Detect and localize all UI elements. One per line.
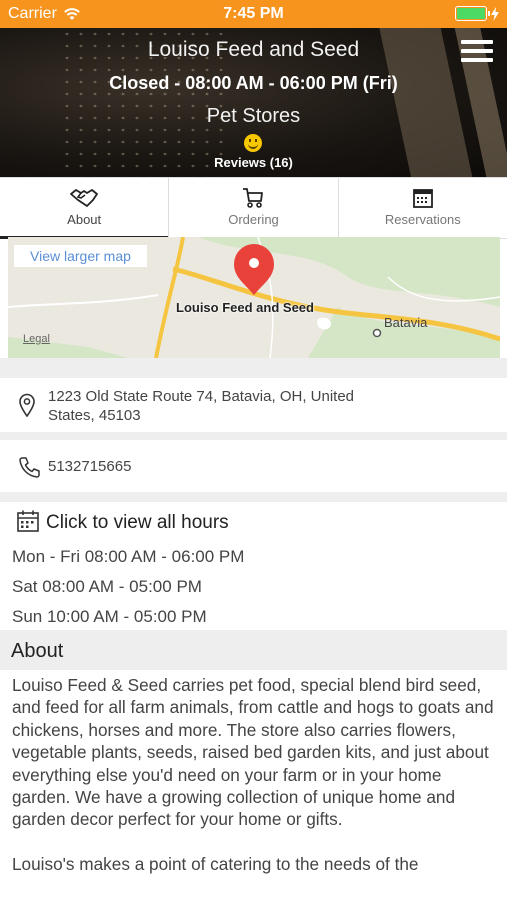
about-paragraph: Louiso's makes a point of catering to th… xyxy=(12,853,419,874)
tab-reservations-label: Reservations xyxy=(384,212,461,227)
about-heading: About xyxy=(11,640,64,662)
location-pin-icon xyxy=(19,393,35,417)
tab-ordering[interactable]: Ordering xyxy=(169,178,339,238)
hours-title: Click to view all hours xyxy=(46,512,229,533)
hours-line: Mon - Fri 08:00 AM - 06:00 PM xyxy=(12,547,245,566)
view-all-hours-button[interactable]: Click to view all hours xyxy=(0,502,507,542)
tab-ordering-label: Ordering xyxy=(228,212,279,227)
tab-bar: About Ordering Reservations xyxy=(0,177,507,239)
address-text: 1223 Old State Route 74, Batavia, OH, Un… xyxy=(48,388,355,424)
tab-reservations[interactable]: Reservations xyxy=(339,178,507,238)
divider xyxy=(0,492,507,502)
smiley-icon xyxy=(244,134,262,152)
tab-about[interactable]: About xyxy=(0,178,170,239)
address-row[interactable]: 1223 Old State Route 74, Batavia, OH, Un… xyxy=(0,378,507,432)
about-description: Louiso Feed & Seed carries pet food, spe… xyxy=(12,674,496,897)
business-name: Louiso Feed and Seed xyxy=(147,38,360,61)
hours-line: Sun 10:00 AM - 05:00 PM xyxy=(12,607,207,626)
battery-icon xyxy=(455,6,490,21)
about-paragraph: Louiso Feed & Seed carries pet food, spe… xyxy=(12,675,494,830)
phone-icon xyxy=(19,457,40,478)
handshake-icon xyxy=(70,189,99,207)
about-section-header: About xyxy=(0,630,507,670)
divider xyxy=(0,432,507,440)
business-category: Pet Stores xyxy=(206,105,301,127)
calendar-icon xyxy=(412,189,433,208)
phone-number: 5132715665 xyxy=(48,458,132,475)
hamburger-menu-icon[interactable] xyxy=(461,40,493,64)
cart-icon xyxy=(243,188,264,208)
tab-about-label: About xyxy=(67,212,102,227)
phone-row[interactable]: 5132715665 xyxy=(0,440,507,492)
map-town-label: Batavia xyxy=(384,315,428,330)
view-larger-map-link[interactable]: View larger map xyxy=(14,245,147,267)
charging-bolt-icon xyxy=(491,6,499,21)
clock: 7:45 PM xyxy=(223,5,284,22)
reviews-link[interactable]: Reviews (16) xyxy=(0,155,507,170)
divider xyxy=(0,358,507,378)
location-map[interactable]: View larger map Louiso Feed and Seed Bat… xyxy=(8,237,500,358)
status-bar: Carrier 7:45 PM xyxy=(0,0,507,28)
calendar-icon xyxy=(17,510,39,532)
map-place-label: Louiso Feed and Seed xyxy=(176,300,314,315)
map-legal-link[interactable]: Legal xyxy=(23,333,50,345)
business-header: Louiso Feed and Seed Closed - 08:00 AM -… xyxy=(0,28,507,177)
hours-line: Sat 08:00 AM - 05:00 PM xyxy=(12,577,202,596)
open-status: Closed - 08:00 AM - 06:00 PM (Fri) xyxy=(109,73,398,93)
